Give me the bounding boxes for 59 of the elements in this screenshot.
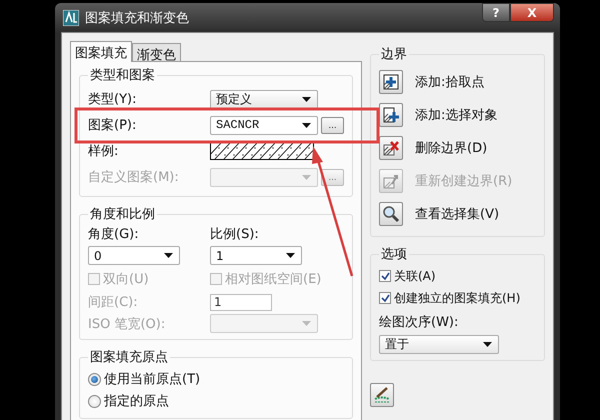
app-icon — [63, 10, 79, 26]
recreate-button[interactable] — [379, 168, 403, 192]
view-button[interactable] — [379, 202, 403, 226]
window-title: 图案填充和渐变色 — [85, 10, 189, 26]
group-title: 类型和图案 — [89, 67, 156, 84]
dropdown-arrow-icon — [286, 253, 295, 258]
select-button[interactable] — [379, 102, 403, 126]
radio-button[interactable] — [88, 394, 101, 408]
tab[interactable]: 渐变色 — [132, 43, 181, 61]
dropdown-arrow-icon — [164, 253, 173, 258]
angle-dropdown[interactable]: 0 — [88, 246, 180, 265]
field-label: 比例(S): — [210, 226, 260, 243]
dropdown[interactable]: SACNCR — [210, 116, 318, 134]
pick-button[interactable] — [379, 70, 403, 94]
checkbox-label: 关联(A) — [394, 268, 436, 284]
field-label: 样例: — [88, 143, 120, 160]
field-label: 图案(P): — [88, 117, 138, 134]
checkbox-label: 相对图纸空间(E) — [225, 271, 322, 288]
remove-button[interactable] — [379, 136, 403, 160]
checkbox[interactable] — [379, 292, 391, 304]
add-point-icon — [382, 72, 400, 90]
dropdown-arrow-icon — [302, 174, 311, 180]
dropdown[interactable]: 预定义 — [210, 90, 318, 108]
button-label: 删除边界(D) — [415, 140, 488, 156]
brush-icon — [373, 386, 391, 404]
dropdown-arrow-icon — [483, 342, 492, 347]
button-label: 查看选择集(V) — [415, 206, 500, 222]
checkbox-label: 创建独立的图案填充(H) — [394, 290, 520, 306]
checkbox[interactable] — [379, 270, 391, 282]
field-label: 类型(Y): — [88, 91, 138, 108]
group-title: 图案填充原点 — [89, 349, 169, 366]
group-title: 角度和比例 — [89, 206, 156, 223]
radio-button[interactable] — [88, 372, 101, 386]
group-title: 选项 — [380, 246, 408, 263]
tab[interactable]: 图案填充 — [70, 41, 132, 62]
radio-label: 使用当前原点(T) — [104, 371, 200, 388]
scale-dropdown[interactable]: 1 — [210, 246, 302, 265]
radio-label: 指定的原点 — [104, 393, 169, 410]
inherit-button[interactable] — [370, 383, 394, 407]
field-label: 间距(C): — [88, 294, 139, 311]
dropdown-arrow-icon — [302, 122, 311, 128]
field-label: 绘图次序(W): — [379, 314, 460, 331]
button-label: 重新创建边界(R) — [415, 172, 512, 190]
button-label: 添加:拾取点 — [415, 74, 484, 90]
field-label: 自定义图案(M): — [88, 169, 180, 186]
draw-order-dropdown[interactable]: 置于 — [379, 335, 499, 354]
help-button[interactable]: ? — [482, 3, 510, 22]
checkbox-label: 双向(U) — [103, 271, 149, 288]
dropdown-arrow-icon — [302, 96, 311, 102]
browse-button[interactable]: ... — [321, 116, 344, 134]
add-object-icon — [382, 106, 400, 124]
dropdown-arrow-icon — [302, 321, 311, 326]
field-label: 角度(G): — [88, 226, 140, 243]
button-label: 添加:选择对象 — [415, 106, 498, 124]
remove-icon — [382, 138, 400, 156]
search-icon — [382, 204, 400, 222]
group-title: 边界 — [380, 46, 408, 63]
close-button[interactable]: X — [510, 3, 554, 22]
field-label: ISO 笔宽(O): — [88, 316, 166, 332]
